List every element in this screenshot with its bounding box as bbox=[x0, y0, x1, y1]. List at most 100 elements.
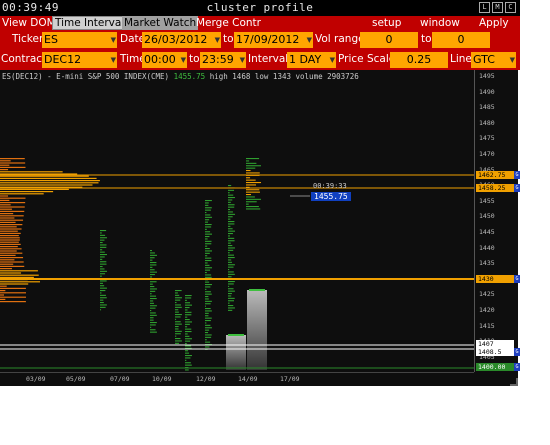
tab-time-interval[interactable]: Time Interval bbox=[52, 16, 128, 30]
price-tick: 1480 bbox=[479, 118, 495, 127]
profile-bar bbox=[228, 252, 230, 254]
profile-bar bbox=[205, 329, 210, 331]
vol-to-field[interactable]: 0 bbox=[432, 32, 490, 48]
profile-bar bbox=[228, 307, 235, 309]
profile-bar bbox=[205, 250, 212, 252]
l-button[interactable]: L bbox=[479, 2, 490, 13]
price-tick: 1450 bbox=[479, 212, 495, 221]
profile-bar bbox=[246, 201, 257, 203]
tab-market-watch[interactable]: Market Watch bbox=[122, 16, 199, 30]
resize-grip[interactable] bbox=[510, 378, 518, 386]
profile-bar bbox=[0, 162, 26, 164]
profile-bar bbox=[0, 265, 25, 267]
profile-bar bbox=[150, 283, 153, 285]
vol-range-label: Vol range bbox=[315, 33, 365, 45]
price-tag-low: 1430 G bbox=[476, 275, 520, 283]
line-value: GTC bbox=[473, 53, 495, 66]
profile-bar bbox=[0, 283, 29, 285]
profile-bar bbox=[205, 312, 209, 314]
profile-bar bbox=[0, 206, 25, 208]
profile-bar bbox=[185, 323, 190, 325]
profile-bar bbox=[100, 254, 107, 256]
profile-bar bbox=[228, 242, 231, 244]
date-to-field[interactable]: 17/09/2012 ▼ bbox=[234, 32, 313, 48]
profile-bar bbox=[175, 330, 182, 332]
profile-bar bbox=[205, 303, 211, 305]
profile-bar bbox=[185, 319, 190, 321]
date-to-label: to bbox=[223, 33, 234, 45]
price-tag-w1-text: 1407 bbox=[478, 340, 494, 348]
vol-to-label: to bbox=[421, 33, 432, 45]
profile-bar bbox=[185, 299, 187, 301]
contract-select[interactable]: DEC12 ▼ bbox=[42, 52, 117, 68]
tab-merge-contr[interactable]: Merge Contr bbox=[194, 16, 263, 30]
profile-bar bbox=[228, 271, 234, 273]
ticker-select[interactable]: ES ▼ bbox=[42, 32, 117, 48]
profile-bar bbox=[185, 357, 191, 359]
time-to-value: 23:59 bbox=[202, 53, 234, 66]
profile-bar bbox=[228, 290, 235, 292]
profile-bar bbox=[185, 350, 189, 352]
profile-bar bbox=[205, 216, 212, 218]
profile-bar bbox=[100, 232, 102, 234]
axis-corner bbox=[474, 372, 518, 386]
setup-button[interactable]: setup bbox=[370, 16, 403, 30]
profile-bar bbox=[205, 276, 212, 278]
profile-bar bbox=[185, 314, 192, 316]
profile-bar bbox=[205, 332, 209, 334]
profile-bar bbox=[100, 294, 106, 296]
profile-bar bbox=[150, 298, 157, 300]
profile-bar bbox=[150, 257, 155, 259]
profile-bar bbox=[0, 171, 63, 173]
price-scale-field[interactable]: 0.25 bbox=[390, 52, 448, 68]
profile-bar bbox=[0, 237, 20, 239]
profile-bar bbox=[246, 170, 251, 172]
tab-view-dom[interactable]: View DOM bbox=[0, 16, 58, 30]
profile-bar bbox=[185, 316, 188, 318]
cursor-time: 00:39:33 bbox=[313, 182, 347, 190]
price-tick: 1440 bbox=[479, 243, 495, 252]
profile-bar bbox=[150, 271, 157, 273]
time-axis[interactable]: 03/09 05/09 07/09 10/09 12/09 14/09 17/09 bbox=[0, 372, 474, 386]
profile-bar bbox=[228, 264, 235, 266]
profile-bar bbox=[205, 219, 210, 221]
profile-bar bbox=[0, 219, 24, 221]
profile-bar bbox=[100, 242, 103, 244]
profile-bar bbox=[205, 233, 212, 235]
profile-bar bbox=[228, 189, 235, 191]
profile-bar bbox=[205, 238, 208, 240]
profile-bar bbox=[0, 197, 26, 199]
price-axis[interactable]: 1495149014851480147514701465146014551450… bbox=[474, 70, 520, 372]
profile-bar bbox=[0, 188, 69, 190]
window-menu-button[interactable]: window bbox=[418, 16, 462, 30]
profile-bar bbox=[205, 324, 211, 326]
apply-button[interactable]: Apply bbox=[477, 16, 511, 30]
profile-bar bbox=[185, 352, 190, 354]
profile-bar bbox=[0, 173, 78, 175]
profile-bar bbox=[246, 172, 260, 174]
interval-select[interactable]: 1 DAY ▼ bbox=[287, 52, 336, 68]
chart-area[interactable]: ES(DEC12) - E-mini S&P 500 INDEX(CME) 14… bbox=[0, 70, 474, 372]
control-row-2: Contract DEC12 ▼ Time 00:00 ▼ to 23:59 ▼ In… bbox=[0, 50, 520, 70]
profile-bar bbox=[228, 192, 230, 194]
time-from-field[interactable]: 00:00 ▼ bbox=[142, 52, 187, 68]
close-button[interactable]: C bbox=[505, 2, 516, 13]
profile-bar bbox=[0, 232, 21, 234]
profile-bar bbox=[205, 286, 211, 288]
profile-bar bbox=[150, 250, 153, 252]
time-to-field[interactable]: 23:59 ▼ bbox=[200, 52, 246, 68]
profile-bar bbox=[205, 334, 212, 336]
profile-bar bbox=[0, 169, 9, 171]
profile-bar bbox=[246, 208, 261, 210]
profile-bar bbox=[0, 252, 23, 254]
m-button[interactable]: M bbox=[492, 2, 503, 13]
chevron-down-icon: ▼ bbox=[180, 56, 186, 64]
profile-bar bbox=[185, 309, 188, 311]
profile-bar bbox=[0, 257, 24, 259]
vol-from-field[interactable]: 0 bbox=[360, 32, 418, 48]
profile-bar bbox=[205, 202, 209, 204]
date-from-field[interactable]: 26/03/2012 ▼ bbox=[142, 32, 221, 48]
line-select[interactable]: GTC ▼ bbox=[471, 52, 516, 68]
profile-bar bbox=[228, 235, 231, 237]
profile-bar bbox=[0, 184, 93, 186]
